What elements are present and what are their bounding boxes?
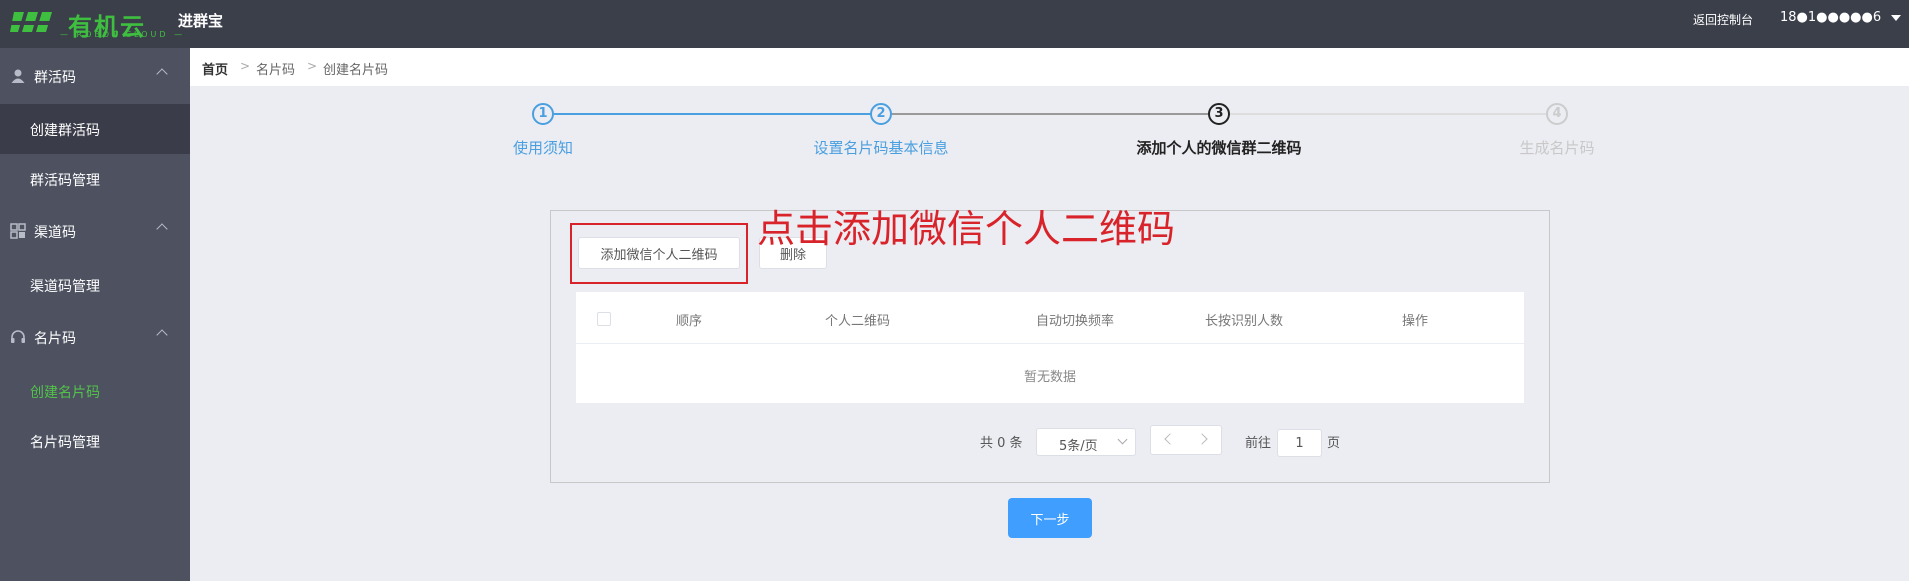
breadcrumb-home[interactable]: 首页 — [202, 59, 228, 78]
logo[interactable]: 有机云 — ROBOT CLOUD — — [10, 6, 182, 42]
sidebar-group-qudaoma[interactable]: 渠道码 — [0, 206, 190, 256]
qrcode-table: 顺序 个人二维码 自动切换频率 长按识别人数 操作 暂无数据 — [576, 292, 1524, 403]
step-2-circle: 2 — [870, 103, 892, 125]
user-icon — [11, 69, 25, 83]
sidebar-group-mingpianma[interactable]: 名片码 — [0, 312, 190, 362]
pagination-nav — [1150, 425, 1222, 455]
column-header-scan-count: 长按识别人数 — [1205, 314, 1284, 329]
step-connector — [1230, 113, 1546, 115]
sidebar-item-manage-qunhuoma[interactable]: 群活码管理 — [0, 154, 190, 204]
top-bar: 有机云 — ROBOT CLOUD — 进群宝 返回控制台 18●1●●●●●6 — [0, 0, 1909, 48]
add-wechat-qrcode-button[interactable]: 添加微信个人二维码 — [578, 237, 740, 269]
breadcrumb-separator: > — [240, 59, 251, 73]
chevron-up-icon — [156, 223, 168, 235]
chevron-up-icon — [156, 329, 168, 341]
step-4-circle: 4 — [1546, 103, 1568, 125]
page-suffix-label: 页 — [1327, 436, 1341, 451]
chevron-down-icon — [1117, 434, 1128, 445]
logo-subtext: — ROBOT CLOUD — — [60, 30, 186, 39]
goto-label: 前往 — [1245, 436, 1272, 451]
breadcrumb-separator: > — [307, 59, 318, 73]
step-1-circle: 1 — [532, 103, 554, 125]
step-connector — [892, 113, 1208, 115]
sidebar-item-label: 名片码管理 — [30, 435, 100, 451]
column-header-qrcode: 个人二维码 — [825, 314, 891, 329]
chevron-left-icon[interactable] — [1164, 433, 1176, 445]
goto-page-input[interactable] — [1277, 429, 1322, 457]
annotation-text: 点击添加微信个人二维码 — [757, 207, 1176, 251]
pagination-total: 共 0 条 — [980, 436, 1023, 451]
user-menu[interactable]: 18●1●●●●●6 — [1780, 10, 1902, 25]
caret-down-icon — [1891, 14, 1902, 21]
select-all-checkbox[interactable] — [597, 312, 611, 326]
sidebar-group-label: 群活码 — [34, 70, 76, 86]
sidebar-item-create-qunhuoma[interactable]: 创建群活码 — [0, 104, 190, 154]
sidebar-group-label: 渠道码 — [34, 225, 76, 241]
breadcrumb-current: 创建名片码 — [323, 63, 389, 78]
column-header-order: 顺序 — [676, 314, 703, 329]
sidebar-group-label: 名片码 — [34, 331, 76, 347]
step-3-circle: 3 — [1208, 103, 1230, 125]
sidebar-item-label: 创建名片码 — [30, 385, 100, 401]
user-name: 18●1●●●●●6 — [1780, 10, 1882, 25]
step-4-label: 生成名片码 — [1519, 139, 1595, 157]
sidebar: 群活码 创建群活码 群活码管理 渠道码 渠道码管理 名片码 创建名片码 名片码管… — [0, 48, 190, 581]
sidebar-group-qunhuoma[interactable]: 群活码 — [0, 51, 190, 101]
column-header-actions: 操作 — [1402, 314, 1429, 329]
chevron-right-icon[interactable] — [1196, 433, 1208, 445]
back-to-console-link[interactable]: 返回控制台 — [1693, 11, 1753, 28]
breadcrumb: 首页 > 名片码 > 创建名片码 — [190, 48, 1909, 86]
sidebar-item-label: 创建群活码 — [30, 123, 100, 139]
product-name: 进群宝 — [178, 12, 224, 30]
sidebar-item-label: 群活码管理 — [30, 173, 100, 189]
chevron-up-icon — [156, 68, 168, 80]
sidebar-item-create-mingpianma[interactable]: 创建名片码 — [0, 366, 190, 416]
grid-icon — [10, 223, 26, 239]
sidebar-item-manage-mingpianma[interactable]: 名片码管理 — [0, 416, 190, 466]
sidebar-item-manage-qudaoma[interactable]: 渠道码管理 — [0, 260, 190, 310]
step-connector — [554, 113, 872, 115]
page-size-select[interactable]: 5条/页 — [1036, 428, 1136, 456]
empty-state-text: 暂无数据 — [1023, 370, 1076, 385]
step-2-label: 设置名片码基本信息 — [813, 139, 949, 157]
logo-mark-icon — [10, 12, 52, 32]
sidebar-item-label: 渠道码管理 — [30, 279, 100, 295]
breadcrumb-mingpianma[interactable]: 名片码 — [256, 59, 295, 78]
headset-icon — [11, 330, 25, 343]
step-3-label: 添加个人的微信群二维码 — [1136, 139, 1302, 157]
step-1-label: 使用须知 — [512, 139, 574, 157]
page-size-value: 5条/页 — [1059, 439, 1098, 454]
next-step-button[interactable]: 下一步 — [1008, 498, 1092, 538]
column-header-switch-frequency: 自动切换频率 — [1036, 314, 1115, 329]
table-header: 顺序 个人二维码 自动切换频率 长按识别人数 操作 — [576, 292, 1524, 344]
